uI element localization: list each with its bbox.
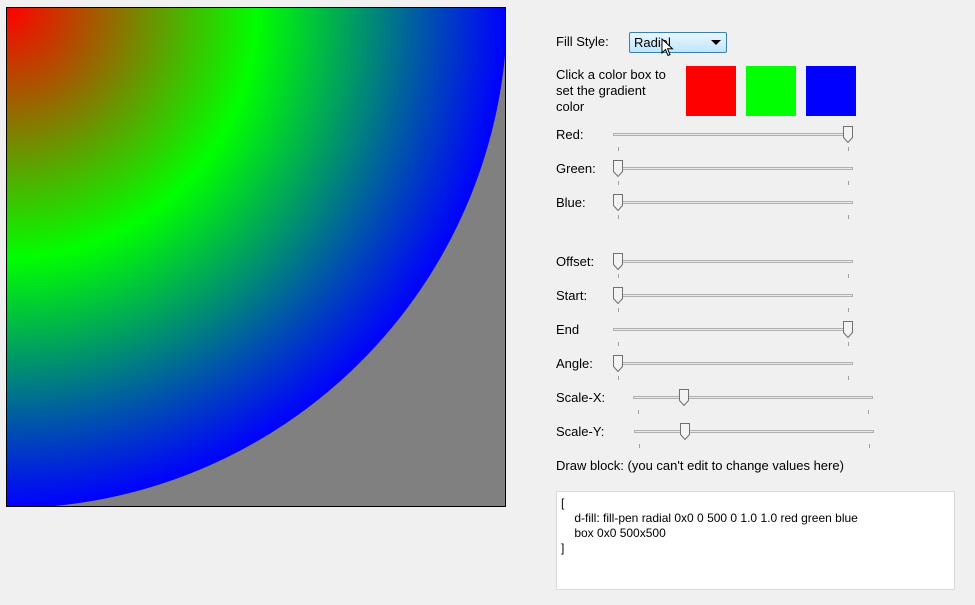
slider-tick — [848, 376, 849, 380]
slider-track[interactable] — [613, 260, 853, 263]
slider-track[interactable] — [613, 362, 853, 365]
chevron-down-icon — [711, 40, 721, 45]
scale-x-slider[interactable] — [633, 389, 873, 414]
slider-tick — [639, 444, 640, 448]
scale-x-label: Scale-X: — [556, 390, 606, 405]
start-label: Start: — [556, 288, 588, 303]
offset-label: Offset: — [556, 254, 595, 269]
slider-tick — [848, 147, 849, 151]
slider-thumb[interactable] — [613, 160, 623, 177]
slider-track[interactable] — [613, 167, 853, 170]
mouse-pointer-icon — [661, 38, 674, 57]
start-slider[interactable] — [613, 287, 853, 312]
slider-track[interactable] — [613, 294, 853, 297]
green-slider[interactable] — [613, 160, 853, 185]
scale-y-label: Scale-Y: — [556, 424, 605, 439]
gradient-canvas — [6, 7, 506, 507]
swatch-green[interactable] — [746, 66, 796, 116]
angle-slider[interactable] — [613, 355, 853, 380]
slider-tick — [848, 274, 849, 278]
slider-tick — [618, 147, 619, 151]
scale-y-slider[interactable] — [634, 423, 874, 448]
slider-thumb[interactable] — [613, 287, 623, 304]
slider-tick — [848, 181, 849, 185]
slider-tick — [868, 410, 869, 414]
blue-label: Blue: — [556, 195, 586, 210]
slider-tick — [848, 308, 849, 312]
slider-track[interactable] — [613, 133, 853, 136]
slider-track[interactable] — [613, 201, 853, 204]
slider-thumb[interactable] — [679, 389, 689, 406]
slider-tick — [848, 342, 849, 346]
fill-style-label: Fill Style: — [556, 34, 609, 49]
slider-tick — [848, 215, 849, 219]
slider-thumb[interactable] — [613, 194, 623, 211]
red-slider[interactable] — [613, 126, 853, 151]
slider-tick — [869, 444, 870, 448]
slider-tick — [638, 410, 639, 414]
slider-thumb[interactable] — [843, 126, 853, 143]
draw-block-label: Draw block: (you can't edit to change va… — [556, 458, 844, 473]
angle-label: Angle: — [556, 356, 593, 371]
end-label: End — [556, 322, 580, 337]
green-label: Green: — [556, 161, 596, 176]
slider-track[interactable] — [634, 430, 874, 433]
red-label: Red: — [556, 127, 584, 142]
swatch-blue[interactable] — [806, 66, 856, 116]
draw-block-textarea[interactable]: [ d-fill: fill-pen radial 0x0 0 500 0 1.… — [556, 491, 955, 590]
color-box-hint: Click a color box to set the gradient co… — [556, 67, 666, 114]
slider-thumb[interactable] — [613, 253, 623, 270]
fill-style-select[interactable]: Radial — [629, 32, 727, 53]
slider-tick — [618, 181, 619, 185]
slider-tick — [618, 376, 619, 380]
blue-slider[interactable] — [613, 194, 853, 219]
slider-thumb[interactable] — [613, 355, 623, 372]
slider-thumb[interactable] — [843, 321, 853, 338]
slider-tick — [618, 274, 619, 278]
slider-tick — [618, 215, 619, 219]
slider-track[interactable] — [613, 328, 853, 331]
slider-thumb[interactable] — [680, 423, 690, 440]
swatch-red[interactable] — [686, 66, 736, 116]
offset-slider[interactable] — [613, 253, 853, 278]
slider-tick — [618, 342, 619, 346]
end-slider[interactable] — [613, 321, 853, 346]
slider-track[interactable] — [633, 396, 873, 399]
slider-tick — [618, 308, 619, 312]
